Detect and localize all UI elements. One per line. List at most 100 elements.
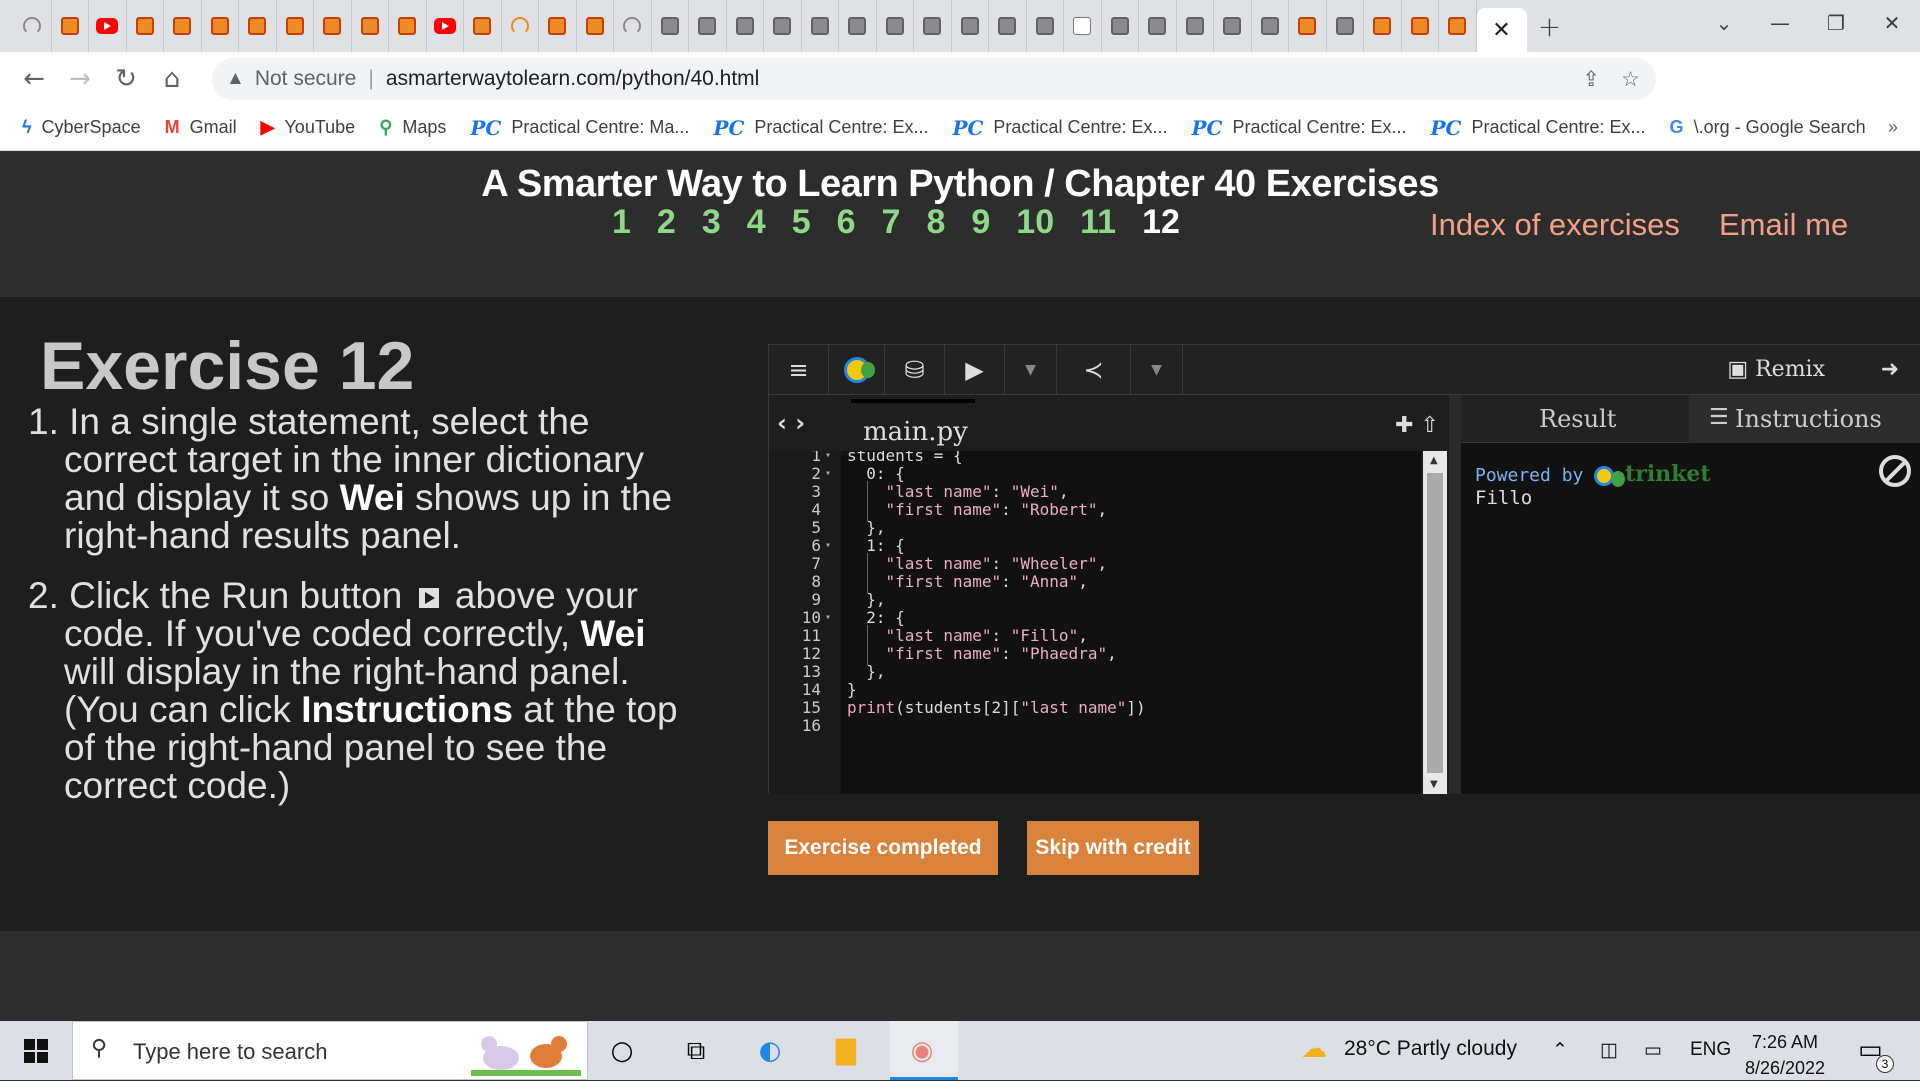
weather-text[interactable]: 28°C Partly cloudy (1344, 1037, 1517, 1061)
share-icon[interactable]: ⇪ (1582, 67, 1600, 92)
browser-tab[interactable] (652, 0, 689, 52)
exercise-link-9[interactable]: 9 (971, 203, 990, 242)
clock[interactable]: 7:26 AM 8/26/2022 (1730, 1029, 1840, 1081)
exercise-link-7[interactable]: 7 (882, 203, 901, 242)
exercise-link-11[interactable]: 11 (1080, 203, 1116, 242)
browser-tab[interactable] (877, 0, 914, 52)
skip-with-credit-button[interactable]: Skip with credit (1027, 821, 1199, 875)
run-button[interactable]: ▶ (945, 345, 1005, 395)
run-options-dropdown-icon[interactable]: ▼ (1005, 345, 1057, 395)
browser-tab[interactable] (1289, 0, 1327, 52)
scroll-down-icon[interactable]: ▼ (1430, 779, 1438, 790)
back-button[interactable]: ← (14, 59, 54, 99)
browser-tab[interactable] (427, 0, 464, 52)
bookmark-item[interactable]: PC Practical Centre: Ex... (1191, 116, 1406, 140)
browser-tab[interactable] (1177, 0, 1214, 52)
hamburger-menu-icon[interactable]: ≡ (769, 345, 829, 395)
browser-tab[interactable] (1327, 0, 1364, 52)
scroll-thumb[interactable] (1427, 473, 1443, 773)
browser-tab[interactable] (202, 0, 239, 52)
browser-tab[interactable] (1439, 0, 1477, 52)
clear-output-icon[interactable] (1879, 455, 1911, 487)
tab-result[interactable]: Result (1539, 405, 1616, 433)
browser-tab[interactable] (1402, 0, 1439, 52)
browser-tab[interactable] (577, 0, 614, 52)
browser-tab[interactable] (1139, 0, 1177, 52)
remix-button[interactable]: ▣ Remix (1727, 357, 1825, 382)
new-tab-button[interactable]: + (1527, 10, 1573, 43)
bookmark-item[interactable]: ▶ YouTube (261, 117, 356, 138)
exercise-completed-button[interactable]: Exercise completed (768, 821, 998, 875)
browser-tab[interactable] (314, 0, 352, 52)
bookmark-item[interactable]: PC Practical Centre: Ex... (952, 116, 1167, 140)
tray-chevron-icon[interactable]: ⌃ (1552, 1039, 1568, 1062)
browser-tab[interactable] (1364, 0, 1402, 52)
browser-tab[interactable] (464, 0, 502, 52)
browser-tab[interactable] (389, 0, 427, 52)
powered-by[interactable]: Powered by trinket (1475, 461, 1711, 487)
bookmark-item[interactable]: PC Practical Centre: Ma... (470, 116, 689, 140)
browser-tab[interactable] (89, 0, 127, 52)
browser-tab[interactable] (127, 0, 164, 52)
address-bar[interactable]: ▲ Not secure | asmarterwaytolearn.com/py… (212, 58, 1656, 100)
restore-button[interactable]: ❐ (1808, 11, 1864, 35)
browser-tab[interactable] (802, 0, 839, 52)
exercise-link-3[interactable]: 3 (702, 203, 721, 242)
exercise-link-8[interactable]: 8 (926, 203, 945, 242)
bookmark-item[interactable]: G \.org - Google Search (1670, 117, 1866, 138)
python-icon[interactable]: ⛁ (885, 345, 945, 395)
scroll-up-icon[interactable]: ▲ (1430, 455, 1438, 466)
active-tab-close-icon[interactable]: ✕ (1476, 8, 1527, 52)
bookmark-item[interactable]: ϟ CyberSpace (22, 117, 141, 138)
exercise-link-12[interactable]: 12 (1142, 203, 1180, 242)
close-window-button[interactable]: ✕ (1864, 11, 1920, 35)
cortana-icon[interactable]: ○ (604, 1033, 640, 1069)
browser-tab[interactable] (727, 0, 764, 52)
add-file-icon[interactable]: ✚ (1395, 413, 1413, 438)
meet-now-icon[interactable]: ◫ (1600, 1039, 1618, 1062)
chrome-taskbar-active[interactable] (890, 1021, 958, 1080)
code-area[interactable]: 1 ▾ students = {2 ▾ 0: {3 "last name": "Wei… (769, 451, 1421, 794)
pane-splitter[interactable] (1449, 395, 1461, 794)
language-indicator[interactable]: ENG (1690, 1039, 1731, 1061)
browser-tab[interactable] (52, 0, 89, 52)
bookmark-item[interactable]: ⚲ Maps (379, 117, 446, 138)
browser-tab[interactable] (14, 0, 52, 52)
tab-instructions[interactable]: ☰ Instructions (1689, 395, 1920, 443)
browser-tab[interactable] (352, 0, 389, 52)
browser-tab[interactable] (614, 0, 652, 52)
taskbar-search[interactable]: ⚲ Type here to search (72, 1021, 588, 1080)
email-me-link[interactable]: Email me (1719, 207, 1848, 243)
task-view-icon[interactable]: ⧉ (678, 1033, 714, 1069)
reload-button[interactable]: ↻ (106, 59, 146, 99)
bookmarks-overflow-icon[interactable]: » (1888, 117, 1898, 138)
trinket-logo-icon[interactable] (829, 345, 885, 395)
index-of-exercises-link[interactable]: Index of exercises (1430, 207, 1680, 243)
exercise-link-5[interactable]: 5 (792, 203, 811, 242)
browser-tab[interactable] (239, 0, 277, 52)
browser-tab[interactable] (989, 0, 1027, 52)
not-secure-label[interactable]: Not secure (255, 67, 357, 91)
upload-icon[interactable]: ⇧ (1421, 413, 1439, 438)
exercise-link-2[interactable]: 2 (657, 203, 676, 242)
browser-tab[interactable] (502, 0, 539, 52)
browser-tab[interactable] (689, 0, 727, 52)
file-explorer-icon[interactable]: ▇ (828, 1033, 864, 1069)
browser-tab[interactable] (1102, 0, 1139, 52)
browser-tab[interactable] (914, 0, 952, 52)
editor-scrollbar[interactable]: ▲ ▼ (1423, 451, 1447, 794)
minimize-button[interactable]: — (1752, 11, 1808, 35)
bookmark-item[interactable]: PC Practical Centre: Ex... (713, 116, 928, 140)
browser-tab[interactable] (764, 0, 802, 52)
battery-icon[interactable]: ▭ (1644, 1039, 1662, 1062)
file-nav-arrows-icon[interactable]: ‹ › (777, 409, 805, 437)
browser-tab[interactable] (539, 0, 577, 52)
windows-start-icon[interactable] (24, 1039, 48, 1063)
tab-search-icon[interactable]: ⌄ (1696, 11, 1752, 35)
browser-tab[interactable] (1064, 0, 1102, 52)
exercise-link-1[interactable]: 1 (612, 203, 631, 242)
browser-tab[interactable] (1252, 0, 1289, 52)
bookmark-star-icon[interactable]: ☆ (1621, 67, 1640, 92)
browser-tab[interactable] (1027, 0, 1064, 52)
browser-tab[interactable] (164, 0, 202, 52)
